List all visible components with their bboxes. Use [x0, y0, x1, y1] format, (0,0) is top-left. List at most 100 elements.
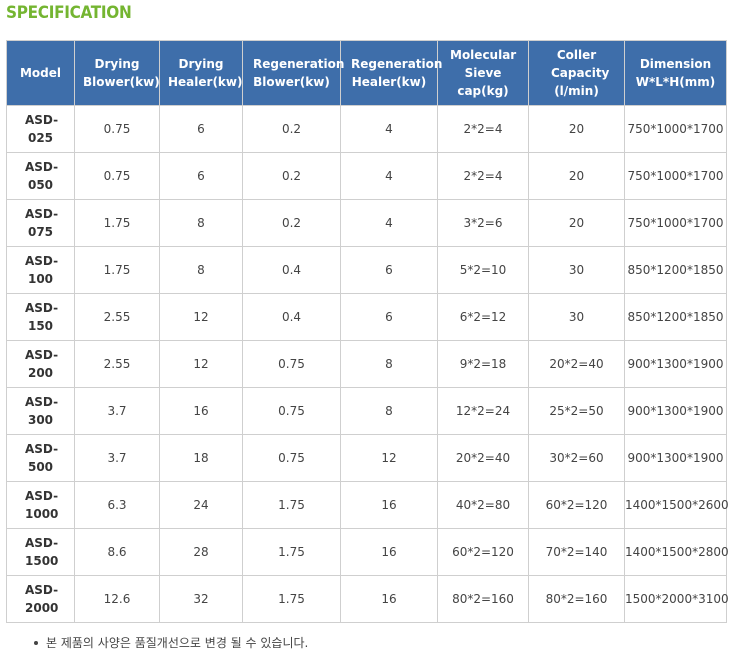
- cell-regeneration-healer: 6: [340, 246, 438, 294]
- cell-coller-capacity: 60*2=120: [528, 481, 625, 529]
- cell-molecular-sieve: 9*2=18: [437, 340, 529, 388]
- table-row: ASD-075 1.75 8 0.2 4 3*2=6 20 750*1000*1700: [6, 199, 727, 247]
- cell-dimension: 850*1200*1850: [624, 293, 727, 341]
- cell-drying-healer: 18: [159, 434, 243, 482]
- cell-regeneration-healer: 16: [340, 481, 438, 529]
- cell-drying-blower: 2.55: [74, 340, 160, 388]
- cell-dimension: 750*1000*1700: [624, 199, 727, 247]
- cell-model: ASD-2000: [6, 575, 75, 623]
- header-regeneration-healer: Regeneration Healer(kw): [340, 40, 442, 106]
- cell-dimension: 1400*1500*2800: [624, 528, 729, 576]
- cell-model: ASD-025: [6, 105, 75, 153]
- table-row: ASD-1000 6.3 24 1.75 16 40*2=80 60*2=120 1400*1…: [6, 481, 729, 529]
- cell-molecular-sieve: 5*2=10: [437, 246, 529, 294]
- cell-model: ASD-1000: [6, 481, 75, 529]
- cell-drying-blower: 2.55: [74, 293, 160, 341]
- cell-regeneration-healer: 8: [340, 340, 438, 388]
- table-row: ASD-200 2.55 12 0.75 8 9*2=18 20*2=40 900*1300*…: [6, 340, 727, 388]
- cell-molecular-sieve: 12*2=24: [437, 387, 529, 435]
- cell-regeneration-healer: 4: [340, 105, 438, 153]
- cell-regeneration-healer: 12: [340, 434, 438, 482]
- cell-drying-blower: 3.7: [74, 387, 160, 435]
- cell-model: ASD-200: [6, 340, 75, 388]
- cell-regeneration-healer: 4: [340, 199, 438, 247]
- cell-coller-capacity: 20: [528, 199, 625, 247]
- cell-model: ASD-150: [6, 293, 75, 341]
- cell-molecular-sieve: 2*2=4: [437, 105, 529, 153]
- cell-regeneration-blower: 0.2: [242, 105, 341, 153]
- cell-coller-capacity: 25*2=50: [528, 387, 625, 435]
- cell-molecular-sieve: 80*2=160: [437, 575, 529, 623]
- cell-regeneration-blower: 1.75: [242, 481, 341, 529]
- cell-regeneration-blower: 0.75: [242, 340, 341, 388]
- note-text: 본 제품의 사양은 품질개선으로 변경 될 수 있습니다.: [46, 636, 309, 650]
- cell-drying-healer: 12: [159, 293, 243, 341]
- cell-dimension: 900*1300*1900: [624, 340, 727, 388]
- cell-molecular-sieve: 3*2=6: [437, 199, 529, 247]
- header-model: Model: [6, 40, 75, 106]
- cell-regeneration-blower: 0.75: [242, 434, 341, 482]
- cell-drying-healer: 16: [159, 387, 243, 435]
- cell-regeneration-blower: 0.4: [242, 293, 341, 341]
- spec-change-note: 본 제품의 사양은 품질개선으로 변경 될 수 있습니다.: [34, 634, 308, 652]
- cell-dimension: 900*1300*1900: [624, 387, 727, 435]
- cell-coller-capacity: 80*2=160: [528, 575, 625, 623]
- cell-coller-capacity: 30: [528, 293, 625, 341]
- cell-model: ASD-050: [6, 152, 75, 200]
- page-title: SPECIFICATION: [6, 3, 132, 23]
- specification-table: Model Drying Blower(kw) Drying Healer(kw…: [6, 40, 729, 623]
- cell-drying-blower: 0.75: [74, 152, 160, 200]
- cell-drying-blower: 6.3: [74, 481, 160, 529]
- header-dimension: Dimension W*L*H(mm): [624, 40, 727, 106]
- cell-drying-healer: 6: [159, 152, 243, 200]
- cell-drying-healer: 6: [159, 105, 243, 153]
- cell-coller-capacity: 30*2=60: [528, 434, 625, 482]
- cell-regeneration-healer: 6: [340, 293, 438, 341]
- cell-dimension: 1400*1500*2600: [624, 481, 729, 529]
- bullet-icon: [34, 640, 38, 645]
- cell-regeneration-healer: 16: [340, 575, 438, 623]
- cell-molecular-sieve: 20*2=40: [437, 434, 529, 482]
- header-drying-blower: Drying Blower(kw): [74, 40, 160, 106]
- cell-regeneration-blower: 0.2: [242, 152, 341, 200]
- table-row: ASD-150 2.55 12 0.4 6 6*2=12 30 850*1200*1850: [6, 293, 727, 341]
- cell-molecular-sieve: 40*2=80: [437, 481, 529, 529]
- cell-coller-capacity: 70*2=140: [528, 528, 625, 576]
- cell-model: ASD-075: [6, 199, 75, 247]
- table-header-row: Model Drying Blower(kw) Drying Healer(kw…: [6, 40, 727, 106]
- cell-molecular-sieve: 2*2=4: [437, 152, 529, 200]
- cell-regeneration-blower: 1.75: [242, 575, 341, 623]
- cell-regeneration-blower: 0.4: [242, 246, 341, 294]
- cell-model: ASD-500: [6, 434, 75, 482]
- cell-dimension: 900*1300*1900: [624, 434, 727, 482]
- cell-regeneration-healer: 8: [340, 387, 438, 435]
- cell-model: ASD-1500: [6, 528, 75, 576]
- cell-molecular-sieve: 6*2=12: [437, 293, 529, 341]
- header-coller-capacity: Coller Capacity (l/min): [528, 40, 625, 106]
- header-regeneration-blower: Regeneration Blower(kw): [242, 40, 344, 106]
- cell-regeneration-blower: 0.75: [242, 387, 341, 435]
- cell-drying-blower: 12.6: [74, 575, 160, 623]
- cell-drying-healer: 32: [159, 575, 243, 623]
- table-row: ASD-100 1.75 8 0.4 6 5*2=10 30 850*1200*1850: [6, 246, 727, 294]
- cell-model: ASD-300: [6, 387, 75, 435]
- table-row: ASD-1500 8.6 28 1.75 16 60*2=120 70*2=140 1400*…: [6, 528, 729, 576]
- cell-drying-healer: 12: [159, 340, 243, 388]
- cell-regeneration-healer: 4: [340, 152, 438, 200]
- cell-regeneration-blower: 1.75: [242, 528, 341, 576]
- table-row: ASD-025 0.75 6 0.2 4 2*2=4 20 750*1000*1700: [6, 105, 727, 153]
- table-row: ASD-500 3.7 18 0.75 12 20*2=40 30*2=60 900*1300…: [6, 434, 727, 482]
- table-row: ASD-050 0.75 6 0.2 4 2*2=4 20 750*1000*1700: [6, 152, 727, 200]
- cell-drying-healer: 24: [159, 481, 243, 529]
- cell-molecular-sieve: 60*2=120: [437, 528, 529, 576]
- cell-drying-healer: 28: [159, 528, 243, 576]
- cell-dimension: 750*1000*1700: [624, 105, 727, 153]
- cell-drying-blower: 0.75: [74, 105, 160, 153]
- table-row: ASD-300 3.7 16 0.75 8 12*2=24 25*2=50 900*1300*…: [6, 387, 727, 435]
- cell-dimension: 750*1000*1700: [624, 152, 727, 200]
- cell-coller-capacity: 20: [528, 105, 625, 153]
- cell-coller-capacity: 30: [528, 246, 625, 294]
- cell-model: ASD-100: [6, 246, 75, 294]
- header-molecular-sieve: Molecular Sieve cap(kg): [437, 40, 529, 106]
- cell-dimension: 1500*2000*3100: [624, 575, 729, 623]
